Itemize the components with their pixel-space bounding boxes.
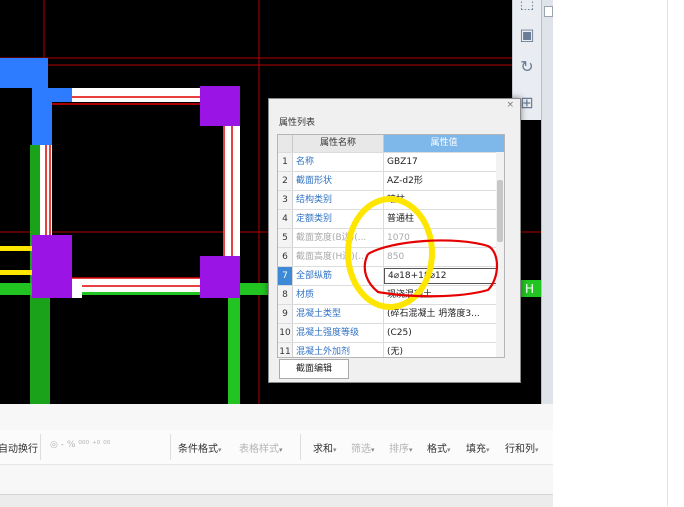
- property-name: 材质: [296, 290, 315, 300]
- wall-top: [70, 88, 210, 102]
- toolbar-view-top-icon[interactable]: ⬚: [516, 0, 538, 14]
- row-number: 3: [278, 191, 293, 209]
- property-name: 截面高度(H边)(...: [296, 252, 367, 262]
- wall-bottom: [70, 278, 210, 292]
- table-row[interactable]: 2 截面形状 AZ-d2形: [278, 171, 504, 190]
- number-format-group[interactable]: ◎ - % ⁰⁰⁰ ⁺⁰ ⁰⁰: [50, 440, 110, 450]
- property-grid: 属性名称 属性值 1 名称 GBZ17 2 截面形状 AZ-d2形 3 结构类别 暗柱 4定…: [277, 134, 505, 358]
- section-edit-button[interactable]: 截面编辑: [279, 359, 349, 379]
- row-number: 7: [278, 267, 293, 285]
- collapse-icon[interactable]: [544, 6, 553, 17]
- table-row[interactable]: 4 定额类别 普通柱: [278, 209, 504, 228]
- property-name: 混凝土类型: [296, 309, 342, 319]
- wrap-text-button[interactable]: 自动换行: [0, 440, 38, 455]
- property-value[interactable]: 普通柱: [387, 210, 499, 228]
- property-value[interactable]: 850: [387, 248, 499, 266]
- table-row[interactable]: 9 混凝土类型 (碎石混凝土 坍落度3...: [278, 304, 504, 323]
- row-number: 11: [278, 343, 293, 357]
- axis-label: H: [525, 282, 534, 296]
- close-icon[interactable]: ×: [506, 100, 514, 110]
- sort-button[interactable]: 排序▾: [389, 440, 413, 455]
- header-property-name: 属性名称: [293, 135, 384, 152]
- filter-button[interactable]: 筛选▾: [351, 440, 375, 455]
- row-number: 10: [278, 324, 293, 342]
- table-row[interactable]: 8 材质 现浇混凝土: [278, 285, 504, 304]
- table-row[interactable]: 6 截面高度(H边)(... 850: [278, 247, 504, 266]
- row-number: 5: [278, 229, 293, 247]
- row-number: 6: [278, 248, 293, 266]
- formula-bar-edge: [0, 494, 553, 507]
- rebar-input-field[interactable]: 4⌀18+18⌀12: [384, 268, 501, 284]
- row-number: 1: [278, 153, 293, 171]
- property-name: 混凝土外加剂: [296, 347, 351, 357]
- toolbar-rotate-icon[interactable]: ↻: [516, 56, 538, 78]
- property-value[interactable]: AZ-d2形: [387, 172, 499, 190]
- table-row[interactable]: 1 名称 GBZ17: [278, 152, 504, 171]
- scrollbar-thumb[interactable]: [497, 180, 503, 242]
- property-name: 结构类别: [296, 195, 333, 205]
- conditional-format-button[interactable]: 条件格式▾: [178, 440, 222, 455]
- format-button[interactable]: 格式▾: [427, 440, 451, 455]
- table-row[interactable]: 10 混凝土强度等级 (C25): [278, 323, 504, 342]
- header-index: [278, 135, 293, 152]
- column-bottom-right: [200, 256, 240, 298]
- property-name: 定额类别: [296, 214, 333, 224]
- table-style-button[interactable]: 表格样式▾: [239, 440, 283, 455]
- fill-button[interactable]: 填充▾: [466, 440, 490, 455]
- property-value[interactable]: 现浇混凝土: [387, 286, 499, 304]
- right-blank-panel: [553, 0, 684, 506]
- property-value[interactable]: 暗柱: [387, 191, 499, 209]
- property-name: 全部纵筋: [296, 271, 333, 281]
- header-property-value: 属性值: [384, 135, 504, 152]
- table-row[interactable]: 5 截面宽度(B边)(... 1070: [278, 228, 504, 247]
- row-number: 4: [278, 210, 293, 228]
- property-value[interactable]: (C25): [387, 324, 499, 342]
- row-number: 9: [278, 305, 293, 323]
- rows-columns-button[interactable]: 行和列▾: [505, 440, 539, 455]
- grid-scrollbar[interactable]: [496, 152, 504, 357]
- toolbar-3d-view-icon[interactable]: ▣: [516, 24, 538, 46]
- property-value[interactable]: (无): [387, 343, 499, 357]
- spreadsheet-ribbon: 自动换行 ◎ - % ⁰⁰⁰ ⁺⁰ ⁰⁰ 条件格式▾ 表格样式▾ 求和▾ 筛选▾…: [0, 404, 553, 507]
- property-name: 名称: [296, 157, 315, 167]
- property-value[interactable]: GBZ17: [387, 153, 499, 171]
- blue-column: [0, 58, 72, 145]
- table-row-selected[interactable]: 7 全部纵筋 4⌀18+18⌀12: [278, 266, 504, 285]
- property-name: 截面形状: [296, 176, 333, 186]
- row-number: 2: [278, 172, 293, 190]
- column-bottom-left: [32, 235, 72, 298]
- property-value[interactable]: 1070: [387, 229, 499, 247]
- row-number: 8: [278, 286, 293, 304]
- sum-button[interactable]: 求和▾: [313, 440, 337, 455]
- dialog-title: 属性列表: [279, 118, 316, 128]
- property-name: 截面宽度(B边)(...: [296, 233, 367, 243]
- property-name: 混凝土强度等级: [296, 328, 360, 338]
- table-row[interactable]: 11 混凝土外加剂 (无): [278, 342, 504, 357]
- table-row[interactable]: 3 结构类别 暗柱: [278, 190, 504, 209]
- property-list-dialog: × 属性列表 属性名称 属性值 1 名称 GBZ17 2 截面形状 AZ-d2形 3 结构…: [268, 98, 521, 383]
- column-top-right: [200, 86, 240, 126]
- property-value[interactable]: (碎石混凝土 坍落度3...: [387, 305, 499, 323]
